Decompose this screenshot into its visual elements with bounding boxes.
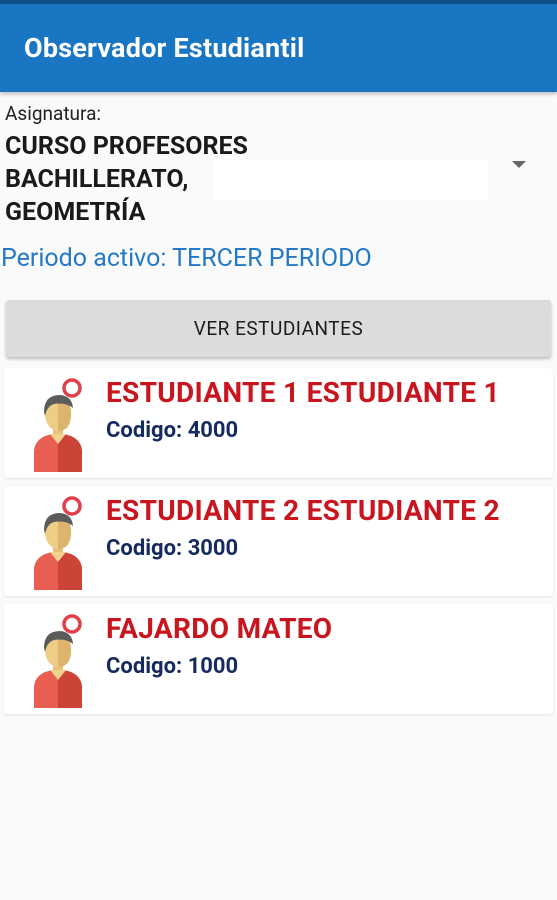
student-card[interactable]: FAJARDO MATEO Codigo: 1000 [4, 604, 553, 714]
student-name: ESTUDIANTE 1 ESTUDIANTE 1 [106, 376, 500, 409]
student-code: Codigo: 4000 [106, 418, 238, 443]
student-avatar-icon [34, 378, 82, 472]
view-students-button[interactable]: VER ESTUDIANTES [6, 300, 551, 357]
student-card[interactable]: ESTUDIANTE 1 ESTUDIANTE 1 Codigo: 4000 [4, 368, 553, 478]
student-code: Codigo: 3000 [106, 536, 238, 561]
subject-value-line: GEOMETRÍA [5, 198, 146, 227]
subject-value-line: CURSO PROFESORES [5, 132, 248, 161]
student-code-label: Codigo: [106, 418, 183, 443]
student-code-value: 4000 [187, 418, 239, 443]
student-list: ESTUDIANTE 1 ESTUDIANTE 1 Codigo: 4000 E… [4, 368, 553, 722]
student-name: ESTUDIANTE 2 ESTUDIANTE 2 [106, 494, 500, 527]
student-avatar-icon [34, 496, 82, 590]
student-name: FAJARDO MATEO [106, 612, 333, 645]
student-card[interactable]: ESTUDIANTE 2 ESTUDIANTE 2 Codigo: 3000 [4, 486, 553, 596]
active-period: Periodo activo: TERCER PERIODO [1, 244, 372, 273]
subject-label: Asignatura: [5, 102, 102, 125]
student-code-value: 1000 [187, 654, 239, 679]
subject-value-line: BACHILLERATO, [5, 165, 189, 194]
student-code-label: Codigo: [106, 536, 183, 561]
student-code-label: Codigo: [106, 654, 183, 679]
student-avatar-icon [34, 614, 82, 708]
app-title: Observador Estudiantil [24, 32, 305, 64]
redacted-area [213, 160, 488, 200]
dropdown-arrow-icon[interactable] [512, 161, 526, 168]
app-bar: Observador Estudiantil [0, 4, 557, 92]
student-code: Codigo: 1000 [106, 654, 238, 679]
student-code-value: 3000 [187, 536, 239, 561]
subject-value: CURSO PROFESORES BACHILLERATO, GEOMETRÍA [5, 130, 248, 229]
subject-dropdown[interactable]: CURSO PROFESORES BACHILLERATO, GEOMETRÍA [0, 130, 557, 230]
